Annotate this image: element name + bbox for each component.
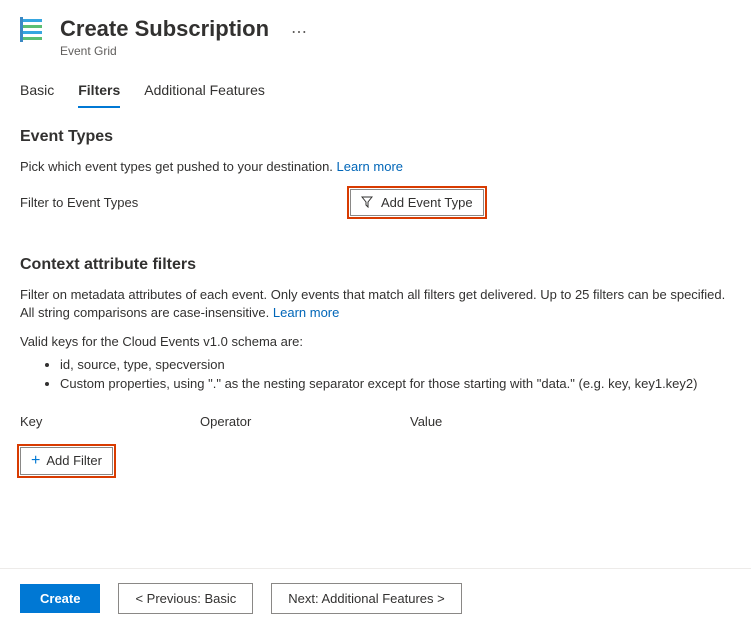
next-button[interactable]: Next: Additional Features > xyxy=(271,583,461,614)
subscription-icon xyxy=(20,16,48,44)
valid-keys-list: id, source, type, specversion Custom pro… xyxy=(20,355,731,394)
plus-icon: + xyxy=(31,453,40,469)
tab-bar: Basic Filters Additional Features xyxy=(0,58,751,108)
event-types-desc: Pick which event types get pushed to you… xyxy=(20,158,731,176)
context-filters-desc: Filter on metadata attributes of each ev… xyxy=(20,286,731,322)
tab-additional-features[interactable]: Additional Features xyxy=(144,82,265,108)
event-types-heading: Event Types xyxy=(20,128,731,146)
valid-keys-intro: Valid keys for the Cloud Events v1.0 sch… xyxy=(20,334,731,349)
filter-to-event-types-label: Filter to Event Types xyxy=(20,195,350,210)
more-icon[interactable]: ⋯ xyxy=(281,16,307,42)
column-operator: Operator xyxy=(200,414,410,429)
tab-filters[interactable]: Filters xyxy=(78,82,120,108)
page-subtitle: Event Grid xyxy=(60,44,269,58)
filter-icon xyxy=(361,196,373,208)
column-value: Value xyxy=(410,414,442,429)
add-filter-button[interactable]: + Add Filter xyxy=(20,447,113,475)
footer-bar: Create < Previous: Basic Next: Additiona… xyxy=(0,568,751,628)
previous-button[interactable]: < Previous: Basic xyxy=(118,583,253,614)
filter-columns-header: Key Operator Value xyxy=(20,414,731,429)
create-button[interactable]: Create xyxy=(20,584,100,613)
list-item: id, source, type, specversion xyxy=(60,355,731,375)
context-learn-more-link[interactable]: Learn more xyxy=(273,305,339,320)
page-title: Create Subscription xyxy=(60,16,269,42)
add-event-type-button[interactable]: Add Event Type xyxy=(350,189,484,216)
learn-more-link[interactable]: Learn more xyxy=(337,159,403,174)
page-header: Create Subscription Event Grid ⋯ xyxy=(0,0,751,58)
column-key: Key xyxy=(20,414,200,429)
tab-basic[interactable]: Basic xyxy=(20,82,54,108)
list-item: Custom properties, using "." as the nest… xyxy=(60,374,731,394)
context-filters-heading: Context attribute filters xyxy=(20,256,731,274)
